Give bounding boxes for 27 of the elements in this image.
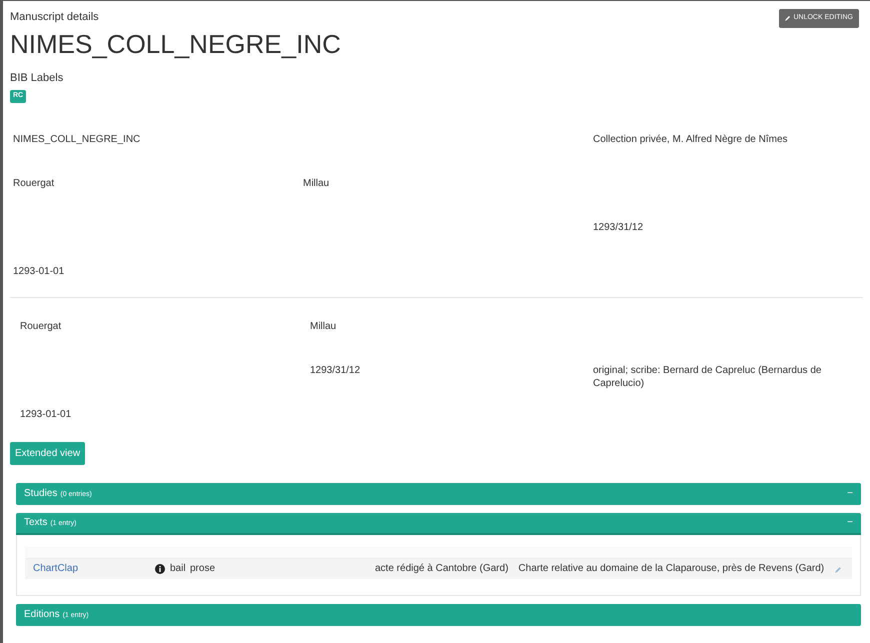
manuscript-title: NIMES_COLL_NEGRE_INC bbox=[10, 28, 341, 60]
field-value: NIMES_COLL_NEGRE_INC bbox=[13, 132, 142, 146]
table-cell-text: Charte relative au domaine de la Claparouse, près de Revens (Gard) bbox=[518, 562, 824, 576]
pencil-icon bbox=[785, 15, 792, 22]
table-cell-text: acte rédigé à Cantobre (Gard) bbox=[375, 562, 508, 576]
field-value: Collection privée, M. Alfred Nègre de Nîmes bbox=[593, 132, 789, 146]
table-cell-text: bail bbox=[170, 562, 187, 576]
page-caption: Manuscript details bbox=[10, 10, 100, 25]
field-value: original; scribe: Bernard de Capreluc (Bernardus de Caprelucio) bbox=[593, 364, 822, 390]
field-value: 1293-01-01 bbox=[20, 408, 72, 420]
field-value: Rouergat bbox=[13, 176, 56, 190]
field-value: Millau bbox=[303, 176, 330, 190]
field-value: 1293-01-01 bbox=[13, 264, 66, 278]
text-link[interactable]: ChartClap bbox=[25, 561, 155, 576]
table-cell-text: prose bbox=[190, 562, 216, 576]
extended-view-button[interactable]: Extended view bbox=[10, 442, 86, 464]
section-title: Texts bbox=[24, 516, 48, 530]
field-value: Rouergat bbox=[20, 320, 62, 332]
section-title: Studies bbox=[24, 487, 58, 501]
field-value: 1293/31/12 bbox=[310, 364, 362, 376]
field-value: Millau bbox=[310, 320, 338, 332]
info-icon[interactable] bbox=[155, 564, 165, 574]
section-title: Editions bbox=[24, 608, 60, 622]
field-value: 1293/31/12 bbox=[593, 220, 644, 234]
collapse-toggle[interactable]: − bbox=[847, 486, 853, 501]
collapse-toggle[interactable]: − bbox=[847, 515, 853, 530]
section-label: BIB Labels bbox=[10, 70, 64, 86]
